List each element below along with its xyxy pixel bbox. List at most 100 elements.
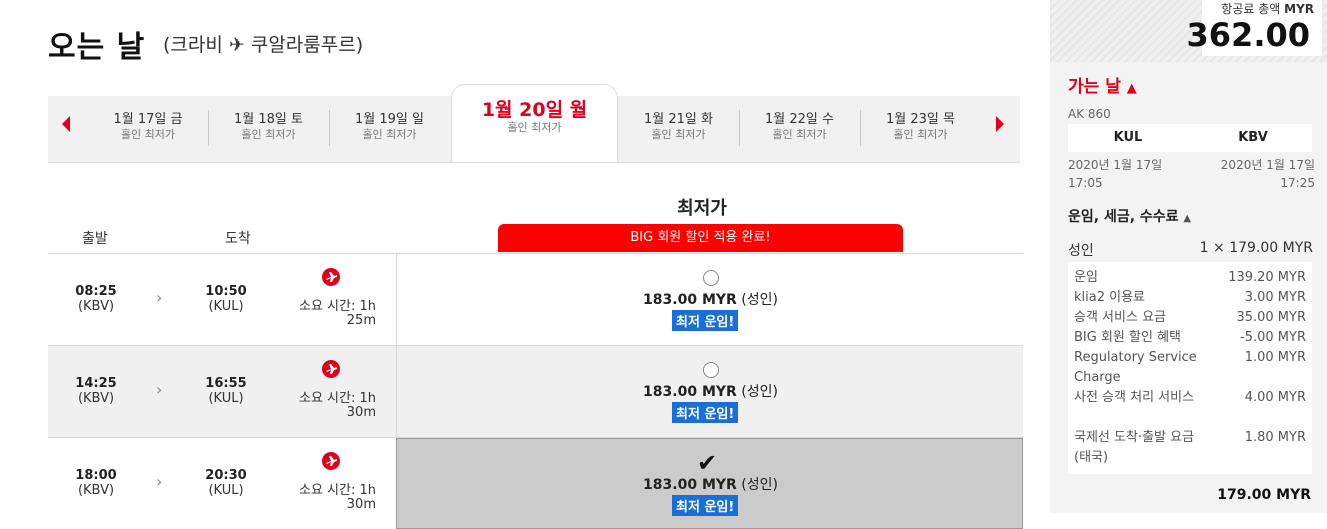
date-tab-label: 1월 19일 일 bbox=[355, 112, 424, 127]
fee-name: 국제선 도착·출발 요금(태국) bbox=[1074, 430, 1195, 465]
route-subtitle: (크라비 ✈ 쿠알라룸푸르) bbox=[163, 34, 364, 56]
fee-breakdown: 운임 139.20 MYR klia2 이용료 3.00 MYR 승객 서비스 … bbox=[1068, 262, 1312, 474]
origin-code: KUL bbox=[1113, 130, 1143, 145]
flight-row: 14:25 (KBV) › 16:55 (KUL) 소요 시간: 1h 30m 1… bbox=[48, 345, 1023, 437]
fare-price: 183.00 MYR (성인) bbox=[643, 477, 778, 493]
fee-value: 35.00 MYR bbox=[1236, 310, 1306, 325]
pax-label: 성인 bbox=[1068, 243, 1094, 259]
lowest-fare-badge: 최저 운임! bbox=[672, 402, 739, 423]
pax-amount: 1 × 179.00 MYR bbox=[1199, 240, 1313, 256]
fare-price: 183.00 MYR (성인) bbox=[643, 292, 778, 308]
date-selector: 1월 17일 금 홀인 최저가 1월 18일 토 홀인 최저가 1월 19일 일… bbox=[48, 84, 1020, 163]
depart-date: 2020년 1월 17일 bbox=[1068, 158, 1163, 172]
arrive-time: 20:30 bbox=[205, 468, 247, 483]
fee-value: 1.80 MYR bbox=[1244, 430, 1306, 445]
flight-info: 14:25 (KBV) › 16:55 (KUL) 소요 시간: 1h 30m bbox=[48, 346, 396, 437]
depart-time: 08:25 bbox=[75, 284, 117, 299]
date-tab-sub: 홀인 최저가 bbox=[507, 121, 562, 134]
total-tag: 항공료 총액 MYR 362.00 bbox=[1187, 0, 1322, 56]
fee-value: 139.20 MYR bbox=[1228, 270, 1306, 285]
fee-name: 사전 승객 처리 서비스 bbox=[1074, 390, 1195, 405]
fee-name: Regulatory Service Charge bbox=[1074, 350, 1197, 385]
route-bar: KUL KBV bbox=[1068, 124, 1312, 152]
date-tab[interactable]: 1월 22일 수 홀인 최저가 bbox=[739, 96, 860, 162]
depart-time: 18:00 bbox=[75, 468, 117, 483]
flight-info: 18:00 (KBV) › 20:30 (KUL) 소요 시간: 1h 30m bbox=[48, 438, 396, 529]
caret-left-icon bbox=[62, 116, 70, 132]
airline-icon bbox=[322, 452, 340, 470]
duration: 소요 시간: 1h 30m bbox=[299, 391, 376, 420]
arrive-time: 16:55 bbox=[205, 376, 247, 391]
total-label: 항공료 총액 MYR bbox=[1221, 2, 1314, 16]
chevron-right-icon: › bbox=[156, 380, 163, 399]
date-tab[interactable]: 1월 19일 일 홀인 최저가 bbox=[329, 96, 450, 162]
depart-code: (KBV) bbox=[77, 391, 115, 406]
flight-number: AK 860 bbox=[1068, 107, 1111, 121]
date-tab-label: 1월 21일 화 bbox=[644, 112, 713, 127]
airline-icon bbox=[322, 360, 340, 378]
chevron-right-icon: › bbox=[156, 288, 163, 307]
fare-price: 183.00 MYR (성인) bbox=[643, 384, 778, 400]
arrive-column-header: 도착 bbox=[225, 231, 251, 247]
date-tab[interactable]: 1월 18일 토 홀인 최저가 bbox=[208, 96, 329, 162]
fare-option[interactable]: 183.00 MYR (성인) 최저 운임! bbox=[396, 346, 1023, 437]
date-tab-label: 1월 23일 목 bbox=[886, 112, 955, 127]
date-tab[interactable]: 1월 23일 목 홀인 최저가 bbox=[860, 96, 981, 162]
total-amount: 362.00 bbox=[1186, 16, 1310, 54]
fare-summary-panel: 항공료 총액 MYR 362.00 가는 날 ▲ AK 860 KUL KBV … bbox=[1050, 0, 1327, 513]
fare-option-selected[interactable]: ✔ 183.00 MYR (성인) 최저 운임! bbox=[396, 438, 1023, 529]
date-tab-sub: 홀인 최저가 bbox=[651, 128, 706, 141]
caret-right-icon bbox=[996, 116, 1004, 132]
depart-column-header: 출발 bbox=[82, 231, 108, 247]
arrive-date: 2020년 1월 17일 bbox=[1220, 158, 1315, 172]
fee-value: -5.00 MYR bbox=[1240, 330, 1306, 345]
chevron-right-icon: › bbox=[156, 472, 163, 491]
fee-value: 4.00 MYR bbox=[1244, 390, 1306, 405]
destination-code: KBV bbox=[1238, 130, 1268, 145]
big-discount-banner: BIG 회원 할인 적용 완료! bbox=[498, 224, 903, 252]
date-tab-sub: 홀인 최저가 bbox=[120, 128, 176, 141]
date-tab-sub: 홀인 최저가 bbox=[893, 128, 948, 141]
date-tab-active[interactable]: 1월 20일 월 홀인 최저가 bbox=[451, 84, 618, 162]
fee-name: BIG 회원 할인 혜택 bbox=[1074, 330, 1181, 345]
date-tab-label: 1월 22일 수 bbox=[765, 112, 834, 127]
prev-date-button[interactable] bbox=[60, 114, 76, 142]
fare-radio[interactable] bbox=[703, 270, 719, 286]
depart-time: 14:25 bbox=[75, 376, 117, 391]
fare-option[interactable]: 183.00 MYR (성인) 최저 운임! bbox=[396, 254, 1023, 345]
date-tab[interactable]: 1월 17일 금 홀인 최저가 bbox=[88, 96, 208, 162]
airline-icon bbox=[322, 268, 340, 286]
arrive-code: (KUL) bbox=[208, 483, 244, 498]
duration: 소요 시간: 1h 30m bbox=[299, 483, 376, 512]
fee-name: 운임 bbox=[1074, 270, 1098, 285]
flight-row: 08:25 (KBV) › 10:50 (KUL) 소요 시간: 1h 25m 1… bbox=[48, 253, 1023, 345]
fee-name: 승객 서비스 요금 bbox=[1074, 310, 1166, 325]
total-header: 항공료 총액 MYR 362.00 bbox=[1050, 0, 1327, 62]
duration: 소요 시간: 1h 25m bbox=[299, 299, 376, 328]
fee-value: 3.00 MYR bbox=[1244, 290, 1306, 305]
flight-row: 18:00 (KBV) › 20:30 (KUL) 소요 시간: 1h 30m ✔… bbox=[48, 437, 1023, 529]
route-arrow bbox=[1180, 124, 1192, 152]
lowest-fare-badge: 최저 운임! bbox=[672, 310, 739, 331]
next-date-button[interactable] bbox=[994, 114, 1010, 142]
date-tab-label: 1월 20일 월 bbox=[481, 99, 588, 121]
date-tab[interactable]: 1월 21일 화 홀인 최저가 bbox=[618, 96, 739, 162]
checkmark-icon: ✔ bbox=[697, 449, 718, 477]
subtotal: 179.00 MYR bbox=[1217, 487, 1311, 503]
caret-up-icon: ▲ bbox=[1126, 81, 1137, 96]
fee-value: 1.00 MYR bbox=[1244, 350, 1306, 365]
arrive-code: (KUL) bbox=[208, 391, 244, 406]
date-tab-sub: 홀인 최저가 bbox=[362, 128, 417, 141]
date-tab-label: 1월 17일 금 bbox=[113, 112, 183, 127]
lowest-fare-header: 최저가 bbox=[677, 198, 727, 219]
depart-code: (KBV) bbox=[77, 483, 115, 498]
segment-toggle[interactable]: 가는 날 ▲ bbox=[1068, 72, 1137, 97]
fees-toggle[interactable]: 운임, 세금, 수수료 ▲ bbox=[1068, 206, 1191, 226]
depart-code: (KBV) bbox=[77, 299, 115, 314]
depart-time: 17:05 bbox=[1068, 176, 1103, 190]
fee-name: klia2 이용료 bbox=[1074, 290, 1146, 305]
fare-radio[interactable] bbox=[703, 362, 719, 378]
flight-info: 08:25 (KBV) › 10:50 (KUL) 소요 시간: 1h 25m bbox=[48, 254, 396, 345]
arrive-time: 10:50 bbox=[205, 284, 247, 299]
arrive-time: 17:25 bbox=[1280, 176, 1315, 190]
